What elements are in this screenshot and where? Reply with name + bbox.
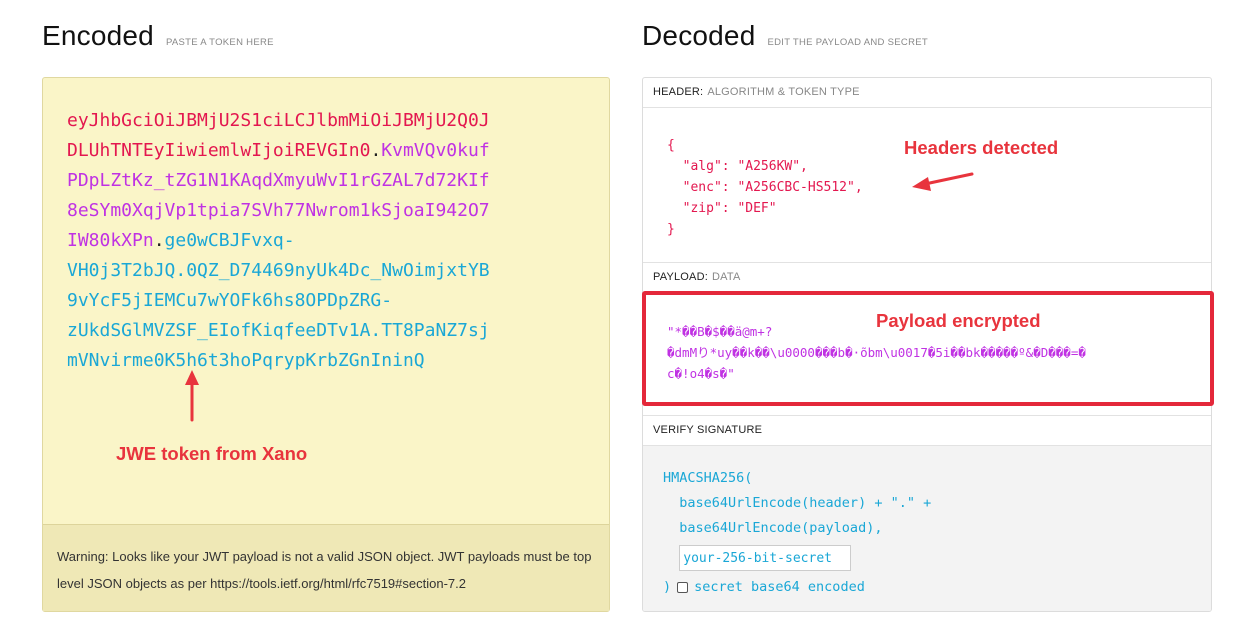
token-line: IW80kXPn.ge0wCBJFvxq- [67,226,547,256]
encoded-token-text[interactable]: eyJhbGciOiJBMjU2S1ciLCJlbmMiOiJBMjU2Q0J D… [67,106,547,376]
token-line: DLUhTNTEyIiwiemlwIjoiREVGIn0.KvmVQv0kuf [67,136,547,166]
verify-label: VERIFY SIGNATURE [653,424,763,436]
token-line: 8eSYm0XqjVp1tpia7SVh77Nwrom1kSjoaI942O7 [67,196,547,226]
token-line: mVNvirme0K5h6t3hoPqrypKrbZGnIninQ [67,346,547,376]
jwe-token-annotation: JWE token from Xano [116,443,308,464]
token-segment-iv: mVNvirme0K5h6t3hoPqrypKrbZGnIninQ [67,350,425,371]
token-segment-head: eyJhbGciOiJBMjU2S1ciLCJlbmMiOiJBMjU2Q0J [67,110,490,131]
token-line: PDpLZtKz_tZG1N1KAqdXmyuWvI1rGZAL7d72KIf [67,166,547,196]
verify-close: ) [663,579,672,595]
secret-input[interactable] [679,545,852,571]
token-segment-iv: zUkdSGlMVZSF_EIofKiqfeeDTv1A.TT8PaNZ7sj [67,320,490,341]
verify-code: HMACSHA256( base64UrlEncode(header) + ".… [663,466,931,600]
token-segment-dot: . [153,230,165,251]
token-line: eyJhbGciOiJBMjU2S1ciLCJlbmMiOiJBMjU2Q0J [67,106,547,136]
secret-row [663,541,931,575]
verify-line-3: base64UrlEncode(payload), [663,520,883,536]
payload-encrypted-annotation: Payload encrypted [876,310,1041,331]
token-line: zUkdSGlMVZSF_EIofKiqfeeDTv1A.TT8PaNZ7sj [67,316,547,346]
base64-checkbox[interactable] [677,582,689,593]
headers-detected-annotation: Headers detected [904,137,1059,158]
token-segment-key: KvmVQv0kuf [381,140,490,161]
header-editor[interactable]: { "alg": "A256KW", "enc": "A256CBC-HS512… [643,108,1211,263]
token-line: VH0j3T2bJQ.0QZ_D74469nyUk4Dc_NwOimjxtYB [67,256,547,286]
encoded-token-editor[interactable]: eyJhbGciOiJBMjU2S1ciLCJlbmMiOiJBMjU2Q0J D… [42,77,610,612]
encoded-subtitle: PASTE A TOKEN HERE [165,37,274,48]
header-section-label: HEADER: ALGORITHM & TOKEN TYPE [643,78,1211,108]
warning-text: Looks like your JWT payload is not a val… [57,549,592,591]
verify-line-2: base64UrlEncode(header) + "." + [663,495,932,511]
token-segment-key: PDpLZtKz_tZG1N1KAqdXmyuWvI1rGZAL7d72KIf [67,170,490,191]
token-segment-iv: VH0j3T2bJQ.0QZ_D74469nyUk4Dc_NwOimjxtYB [67,260,490,281]
base64-label[interactable]: secret base64 encoded [694,575,865,600]
token-segment-head: DLUhTNTEyIiwiemlwIjoiREVGIn0 [67,140,371,161]
payload-section-label: PAYLOAD: DATA [643,263,1211,293]
warning-message: Warning: Looks like your JWT payload is … [43,524,609,611]
warning-label: Warning: [57,549,109,564]
token-segment-iv: ge0wCBJFvxq- [164,230,295,251]
payload-highlight-box [642,291,1214,406]
token-segment-iv: 9vYcF5jIEMCu7wYOFk6hs8OPDpZRG- [67,290,393,311]
header-label: HEADER: [653,86,704,98]
encoded-heading: Encoded PASTE A TOKEN HERE [42,20,274,52]
encoded-title: Encoded [42,20,154,51]
decoded-heading: Decoded EDIT THE PAYLOAD AND SECRET [642,20,928,52]
verify-line-1: HMACSHA256( [663,470,753,486]
payload-sublabel: DATA [712,271,741,283]
decoded-subtitle: EDIT THE PAYLOAD AND SECRET [767,37,928,48]
base64-row: ) secret base64 encoded [663,575,931,600]
header-json[interactable]: { "alg": "A256KW", "enc": "A256CBC-HS512… [667,135,863,240]
header-sublabel: ALGORITHM & TOKEN TYPE [707,86,860,98]
decoded-title: Decoded [642,20,756,51]
token-segment-dot: . [370,140,382,161]
token-segment-key: IW80kXPn [67,230,154,251]
token-segment-key: 8eSYm0XqjVp1tpia7SVh77Nwrom1kSjoaI942O7 [67,200,490,221]
verify-section-label: VERIFY SIGNATURE [643,416,1211,446]
payload-label: PAYLOAD: [653,271,708,283]
verify-signature-section: HMACSHA256( base64UrlEncode(header) + ".… [643,446,1211,611]
token-line: 9vYcF5jIEMCu7wYOFk6hs8OPDpZRG- [67,286,547,316]
